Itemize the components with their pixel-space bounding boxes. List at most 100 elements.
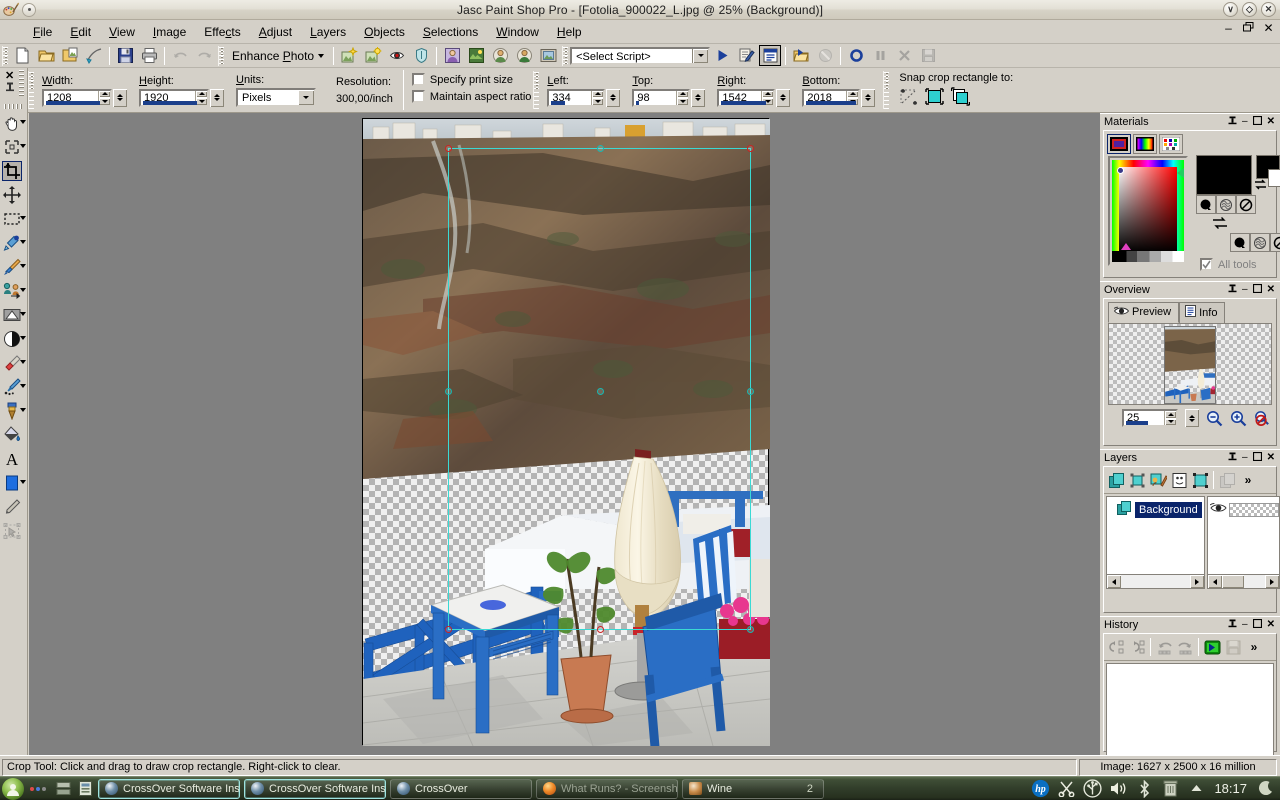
paint-brush-tool-flyout-icon[interactable] (20, 264, 26, 268)
crop-left-spinner[interactable] (591, 90, 604, 105)
session-indicator-icon[interactable] (1255, 779, 1275, 799)
overview-zoom-dropdown[interactable] (1185, 409, 1199, 427)
overview-zoom-spinner[interactable] (1164, 411, 1176, 425)
menu-objects[interactable]: Objects (355, 22, 414, 42)
tab-preview[interactable]: Preview (1108, 302, 1180, 323)
crop-left-input[interactable]: 334 (547, 88, 606, 107)
task-crossover-installer-1[interactable]: CrossOver Software Ins (98, 778, 240, 799)
crop-right-input[interactable]: 1542 (717, 88, 776, 107)
dodge-tool-flyout-icon[interactable] (20, 312, 26, 316)
history-list[interactable] (1106, 663, 1274, 757)
layers-name-scrollbar[interactable] (1107, 574, 1204, 588)
menu-effects[interactable]: Effects (195, 22, 249, 42)
new-mask-layer-icon[interactable] (1169, 470, 1189, 490)
layers-close-button[interactable]: ✕ (1267, 453, 1275, 463)
menu-edit[interactable]: Edit (61, 22, 100, 42)
crop-bottom-input[interactable]: 2018 (802, 88, 861, 107)
options-grip-3[interactable] (883, 71, 890, 109)
layers-props-scrollbar[interactable] (1207, 574, 1279, 588)
background-color-box[interactable] (1268, 169, 1280, 187)
new-vector-layer-icon[interactable] (1127, 470, 1147, 490)
foreground-color-style-icon[interactable] (1196, 195, 1216, 214)
materials-pin-button[interactable] (1228, 116, 1237, 129)
frame-tab[interactable] (1107, 134, 1131, 154)
new-layer-group-icon[interactable] (1190, 470, 1210, 490)
tab-info[interactable]: Info (1179, 302, 1226, 323)
overview-maximize-button[interactable] (1252, 283, 1262, 296)
play-quickscript-icon[interactable] (1202, 637, 1222, 657)
materials-minimize-button[interactable]: – (1242, 117, 1248, 127)
picture-frame-icon[interactable] (537, 45, 559, 66)
script-select[interactable]: <Select Script> (570, 46, 711, 65)
all-tools-row[interactable]: All tools (1194, 254, 1257, 274)
pan-tool[interactable] (0, 111, 28, 135)
crop-bottom-dropdown[interactable] (861, 88, 876, 107)
menu-file[interactable]: File (24, 22, 61, 42)
pen-tool[interactable] (0, 495, 28, 519)
title-bar[interactable]: Jasc Paint Shop Pro - [Fotolia_900022_L.… (0, 0, 1280, 20)
window-restore-button[interactable]: ◇ (1242, 2, 1257, 17)
zoom-tool[interactable] (0, 135, 28, 159)
edit-script-icon[interactable] (735, 45, 757, 66)
clone-brush-tool[interactable] (0, 279, 28, 303)
record-script-icon[interactable] (845, 45, 867, 66)
full-screen-preview-icon[interactable] (441, 45, 463, 66)
crop-height-dropdown[interactable] (210, 88, 224, 107)
menu-adjust[interactable]: Adjust (250, 22, 301, 42)
swatches-tab[interactable] (1159, 134, 1183, 154)
twain-acquire-icon[interactable] (83, 45, 105, 66)
overview-minimize-button[interactable]: – (1242, 285, 1248, 295)
toolbar-grip-2[interactable] (218, 45, 224, 66)
toolbar-grip[interactable] (2, 45, 8, 66)
crop-width-dropdown[interactable] (113, 88, 127, 107)
file-manager-icon[interactable] (75, 779, 95, 799)
preset-shape-tool-flyout-icon[interactable] (20, 480, 26, 484)
burn-tool[interactable] (0, 327, 28, 351)
layers-pin-button[interactable] (1228, 452, 1237, 465)
red-eye-removal-icon[interactable] (386, 45, 408, 66)
zoom-out-icon[interactable] (1205, 409, 1223, 427)
background-texture-style-icon[interactable] (1250, 233, 1270, 252)
pan-tool-flyout-icon[interactable] (20, 120, 26, 124)
hp-icon[interactable]: hp (1030, 779, 1050, 799)
scroll-right-button-2[interactable] (1264, 575, 1279, 588)
tools-palette-grip[interactable] (19, 70, 24, 96)
run-script-icon[interactable] (711, 45, 733, 66)
volume-icon[interactable] (1108, 779, 1128, 799)
scroll-right-button[interactable] (1189, 575, 1204, 588)
layers-minimize-button[interactable]: – (1242, 453, 1248, 463)
workspace-switcher-icon[interactable] (53, 779, 73, 799)
crop-height-input[interactable]: 1920 (139, 88, 209, 107)
overview-title-bar[interactable]: Overview – ✕ (1100, 282, 1280, 298)
layers-title-bar[interactable]: Layers – ✕ (1100, 450, 1280, 466)
scissors-icon[interactable] (1056, 779, 1076, 799)
bluetooth-icon[interactable] (1134, 779, 1154, 799)
menu-help[interactable]: Help (548, 22, 591, 42)
crop-units-select[interactable]: Pixels (236, 88, 316, 107)
menu-window[interactable]: Window (487, 22, 548, 42)
clone-brush-tool-flyout-icon[interactable] (20, 288, 26, 292)
specify-print-size-row[interactable]: Specify print size (411, 73, 532, 86)
background-null-style-icon[interactable] (1270, 233, 1280, 252)
history-maximize-button[interactable] (1252, 618, 1262, 631)
mdi-minimize-button[interactable]: – (1222, 22, 1235, 34)
history-pin-button[interactable] (1228, 619, 1237, 632)
selection-tool-flyout-icon[interactable] (20, 216, 26, 220)
browse-icon[interactable] (59, 45, 81, 66)
full-screen-edit-icon[interactable] (465, 45, 487, 66)
tools-palette-pin-button[interactable] (5, 82, 15, 96)
background-color-style-icon[interactable] (1230, 233, 1250, 252)
run-script-file-icon[interactable] (790, 45, 812, 66)
layers-maximize-button[interactable] (1252, 451, 1262, 464)
one-step-photo-fix-icon[interactable] (338, 45, 360, 66)
layers-name-column[interactable]: Background (1106, 496, 1205, 589)
layers-properties-column[interactable] (1206, 496, 1280, 589)
foreground-swatch[interactable] (1196, 155, 1252, 195)
image-canvas[interactable] (362, 118, 770, 746)
history-close-button[interactable]: ✕ (1267, 620, 1275, 630)
tray-expand-icon[interactable] (1186, 779, 1206, 799)
scroll-track[interactable] (1121, 575, 1190, 588)
more-layers-icon[interactable]: » (1238, 470, 1258, 490)
overview-preview[interactable] (1108, 323, 1272, 405)
overview-pin-button[interactable] (1228, 284, 1237, 297)
